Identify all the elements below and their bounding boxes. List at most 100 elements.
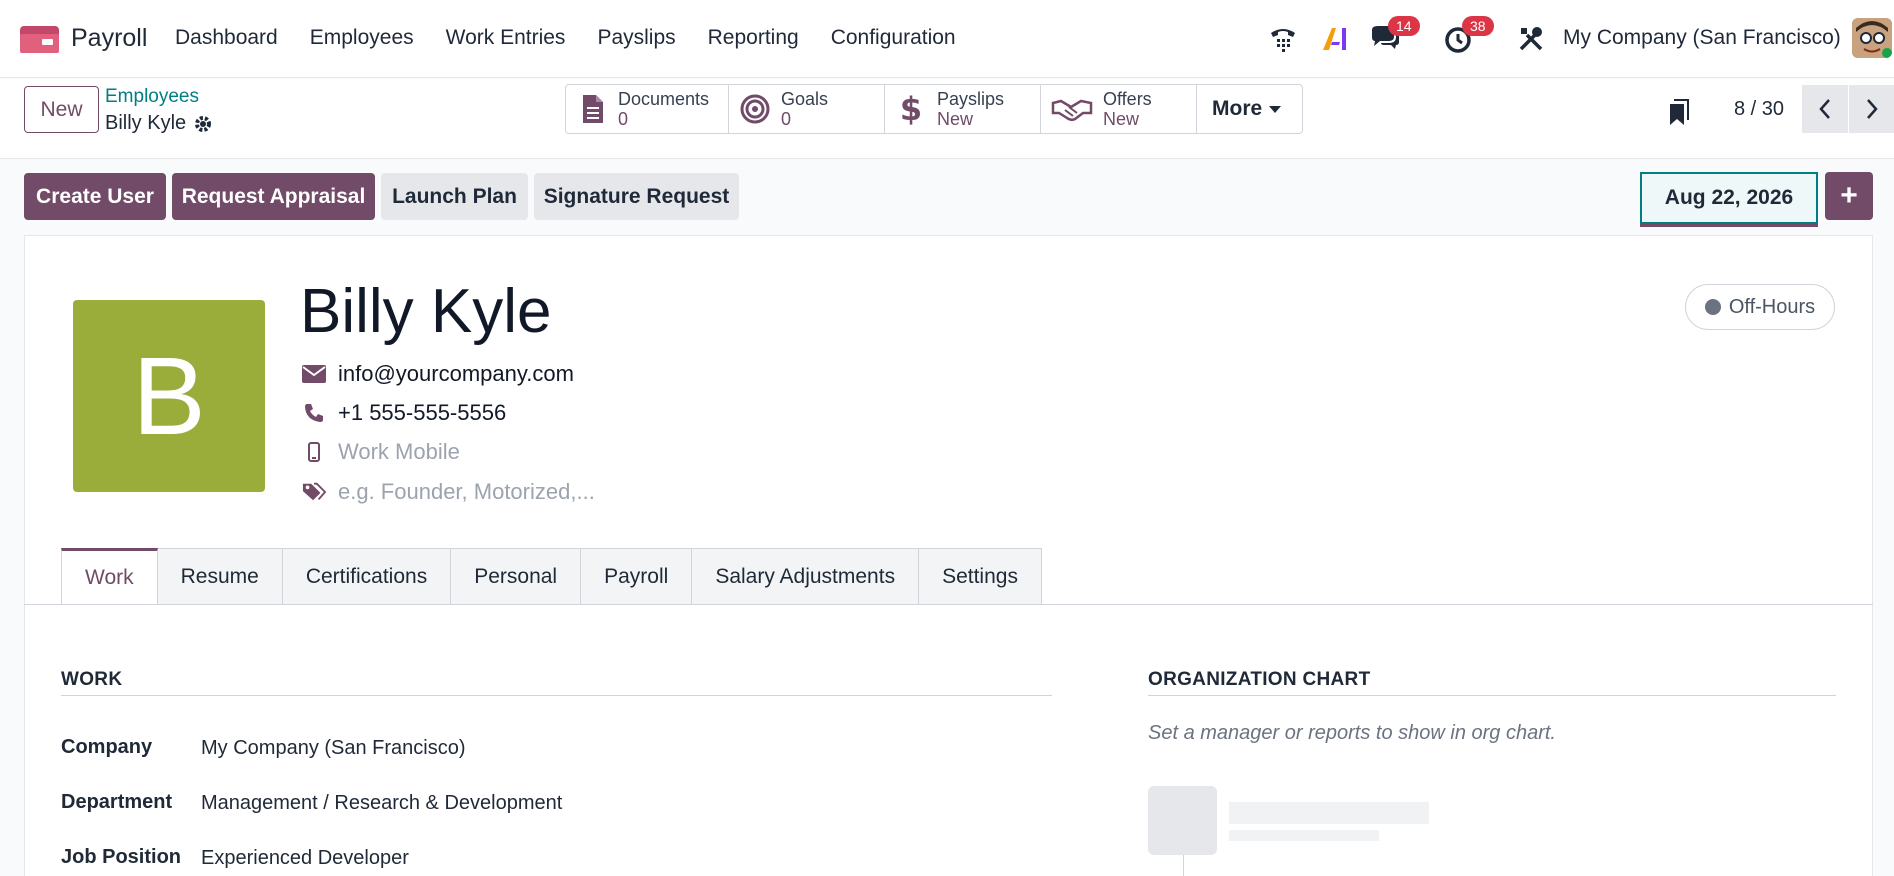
launch-plan-button[interactable]: Launch Plan — [381, 173, 528, 220]
work-mobile-placeholder: Work Mobile — [338, 439, 460, 464]
menu-payslips[interactable]: Payslips — [597, 26, 675, 50]
org-chart-hint: Set a manager or reports to show in org … — [1148, 722, 1556, 744]
pager-next[interactable] — [1849, 85, 1894, 133]
new-button[interactable]: New — [24, 86, 99, 133]
breadcrumb-employees[interactable]: Employees — [105, 86, 199, 108]
mobile-icon — [302, 440, 326, 464]
handshake-icon — [1051, 99, 1093, 122]
company-value[interactable]: My Company (San Francisco) — [201, 737, 466, 760]
work-mobile-field[interactable]: Work Mobile — [302, 437, 460, 467]
job-position-value[interactable]: Experienced Developer — [201, 847, 409, 870]
tab-resume[interactable]: Resume — [157, 548, 283, 605]
tags-placeholder: e.g. Founder, Motorized,... — [338, 479, 595, 504]
employee-avatar[interactable]: B — [73, 300, 265, 492]
target-icon — [740, 94, 770, 124]
add-button[interactable]: + — [1825, 172, 1873, 220]
pager-value[interactable]: 8 / 30 — [1734, 98, 1784, 121]
payslips-button[interactable]: $ Payslips New — [885, 85, 1041, 133]
company-label: Company — [61, 736, 153, 758]
breadcrumb-current: Billy Kyle — [105, 112, 212, 135]
org-chart-placeholder-line — [1229, 830, 1379, 841]
org-chart-title: ORGANIZATION CHART — [1148, 669, 1371, 690]
presence-status-label: Off-Hours — [1728, 295, 1816, 318]
more-button[interactable]: More — [1197, 85, 1302, 133]
request-appraisal-button[interactable]: Request Appraisal — [172, 173, 375, 220]
dollar-icon: $ — [900, 93, 922, 125]
tab-salary-adjustments[interactable]: Salary Adjustments — [692, 548, 920, 605]
main-menu: Dashboard Employees Work Entries Payslip… — [175, 26, 988, 50]
messages-badge: 14 — [1388, 16, 1420, 36]
offers-label: Offers — [1103, 88, 1152, 109]
tab-personal[interactable]: Personal — [451, 548, 582, 605]
form-tabs: Work Resume Certifications Personal Payr… — [61, 548, 1042, 605]
goals-value: 0 — [781, 108, 792, 129]
department-value[interactable]: Management / Research & Development — [201, 792, 562, 815]
offers-button[interactable]: Offers New — [1041, 85, 1197, 133]
bookmark-icon[interactable] — [1668, 98, 1690, 126]
create-user-button[interactable]: Create User — [24, 173, 166, 220]
payroll-app-icon[interactable] — [20, 26, 59, 53]
menu-employees[interactable]: Employees — [310, 26, 414, 50]
menu-reporting[interactable]: Reporting — [708, 26, 799, 50]
phone-handset-icon — [302, 401, 326, 425]
envelope-icon — [302, 362, 326, 386]
top-navbar: Payroll Dashboard Employees Work Entries… — [0, 0, 1894, 78]
signature-request-button[interactable]: Signature Request — [534, 173, 739, 220]
tags-field[interactable]: e.g. Founder, Motorized,... — [302, 477, 595, 507]
status-dot-icon — [1704, 299, 1721, 315]
job-position-label: Job Position — [61, 846, 181, 868]
breadcrumb-current-label: Billy Kyle — [105, 112, 187, 134]
menu-work-entries[interactable]: Work Entries — [446, 26, 566, 50]
goals-button[interactable]: Goals 0 — [729, 85, 885, 133]
chevron-left-icon — [1819, 99, 1830, 119]
more-label: More — [1212, 97, 1263, 120]
tools-icon[interactable] — [1516, 24, 1546, 54]
messages-button[interactable]: 14 — [1370, 16, 1420, 54]
work-section-rule — [61, 695, 1052, 696]
payslips-label: Payslips — [937, 88, 1005, 109]
documents-button[interactable]: Documents 0 — [566, 85, 729, 133]
documents-label: Documents — [618, 88, 710, 109]
tabs-divider — [24, 604, 1873, 605]
offers-value: New — [1103, 108, 1140, 129]
email-field[interactable]: info@yourcompany.com — [302, 359, 574, 389]
employee-email: info@yourcompany.com — [338, 361, 574, 386]
caret-down-icon — [1269, 106, 1282, 113]
date-underline — [1640, 224, 1818, 227]
goals-label: Goals — [781, 88, 829, 109]
tab-payroll[interactable]: Payroll — [581, 548, 693, 605]
work-section-title: WORK — [61, 669, 123, 690]
phone-field[interactable]: +1 555-555-5556 — [302, 398, 506, 428]
documents-value: 0 — [618, 108, 629, 129]
org-chart-placeholder-line — [1229, 802, 1429, 824]
chevron-right-icon — [1867, 99, 1878, 119]
tab-certifications[interactable]: Certifications — [282, 548, 452, 605]
menu-dashboard[interactable]: Dashboard — [175, 26, 278, 50]
activities-badge: 38 — [1462, 16, 1494, 36]
department-label: Department — [61, 791, 173, 813]
tags-icon — [302, 480, 326, 504]
menu-configuration[interactable]: Configuration — [831, 26, 956, 50]
date-selector[interactable]: Aug 22, 2026 — [1640, 172, 1818, 224]
payslips-value: New — [937, 108, 974, 129]
org-chart-connector — [1183, 855, 1184, 876]
gear-icon[interactable] — [194, 115, 212, 133]
phone-icon[interactable] — [1268, 24, 1298, 54]
document-icon — [583, 95, 603, 123]
employee-phone: +1 555-555-5556 — [338, 400, 507, 425]
ai-icon[interactable] — [1320, 24, 1350, 54]
svg-text:$: $ — [900, 93, 922, 125]
tab-settings[interactable]: Settings — [919, 548, 1042, 605]
company-switcher[interactable]: My Company (San Francisco) — [1563, 26, 1841, 50]
employee-name[interactable]: Billy Kyle — [300, 276, 552, 347]
org-chart-rule — [1148, 695, 1836, 696]
presence-status[interactable]: Off-Hours — [1685, 284, 1835, 330]
activities-button[interactable]: 38 — [1444, 16, 1494, 54]
app-name[interactable]: Payroll — [71, 24, 147, 53]
user-avatar[interactable] — [1852, 18, 1892, 58]
tab-work[interactable]: Work — [61, 548, 158, 605]
pager-previous[interactable] — [1802, 85, 1848, 133]
smart-buttons: Documents 0 Goals 0 $ Payslips New Offer… — [565, 84, 1304, 134]
org-chart-placeholder-avatar — [1148, 786, 1217, 855]
user-face-icon — [1852, 18, 1892, 58]
